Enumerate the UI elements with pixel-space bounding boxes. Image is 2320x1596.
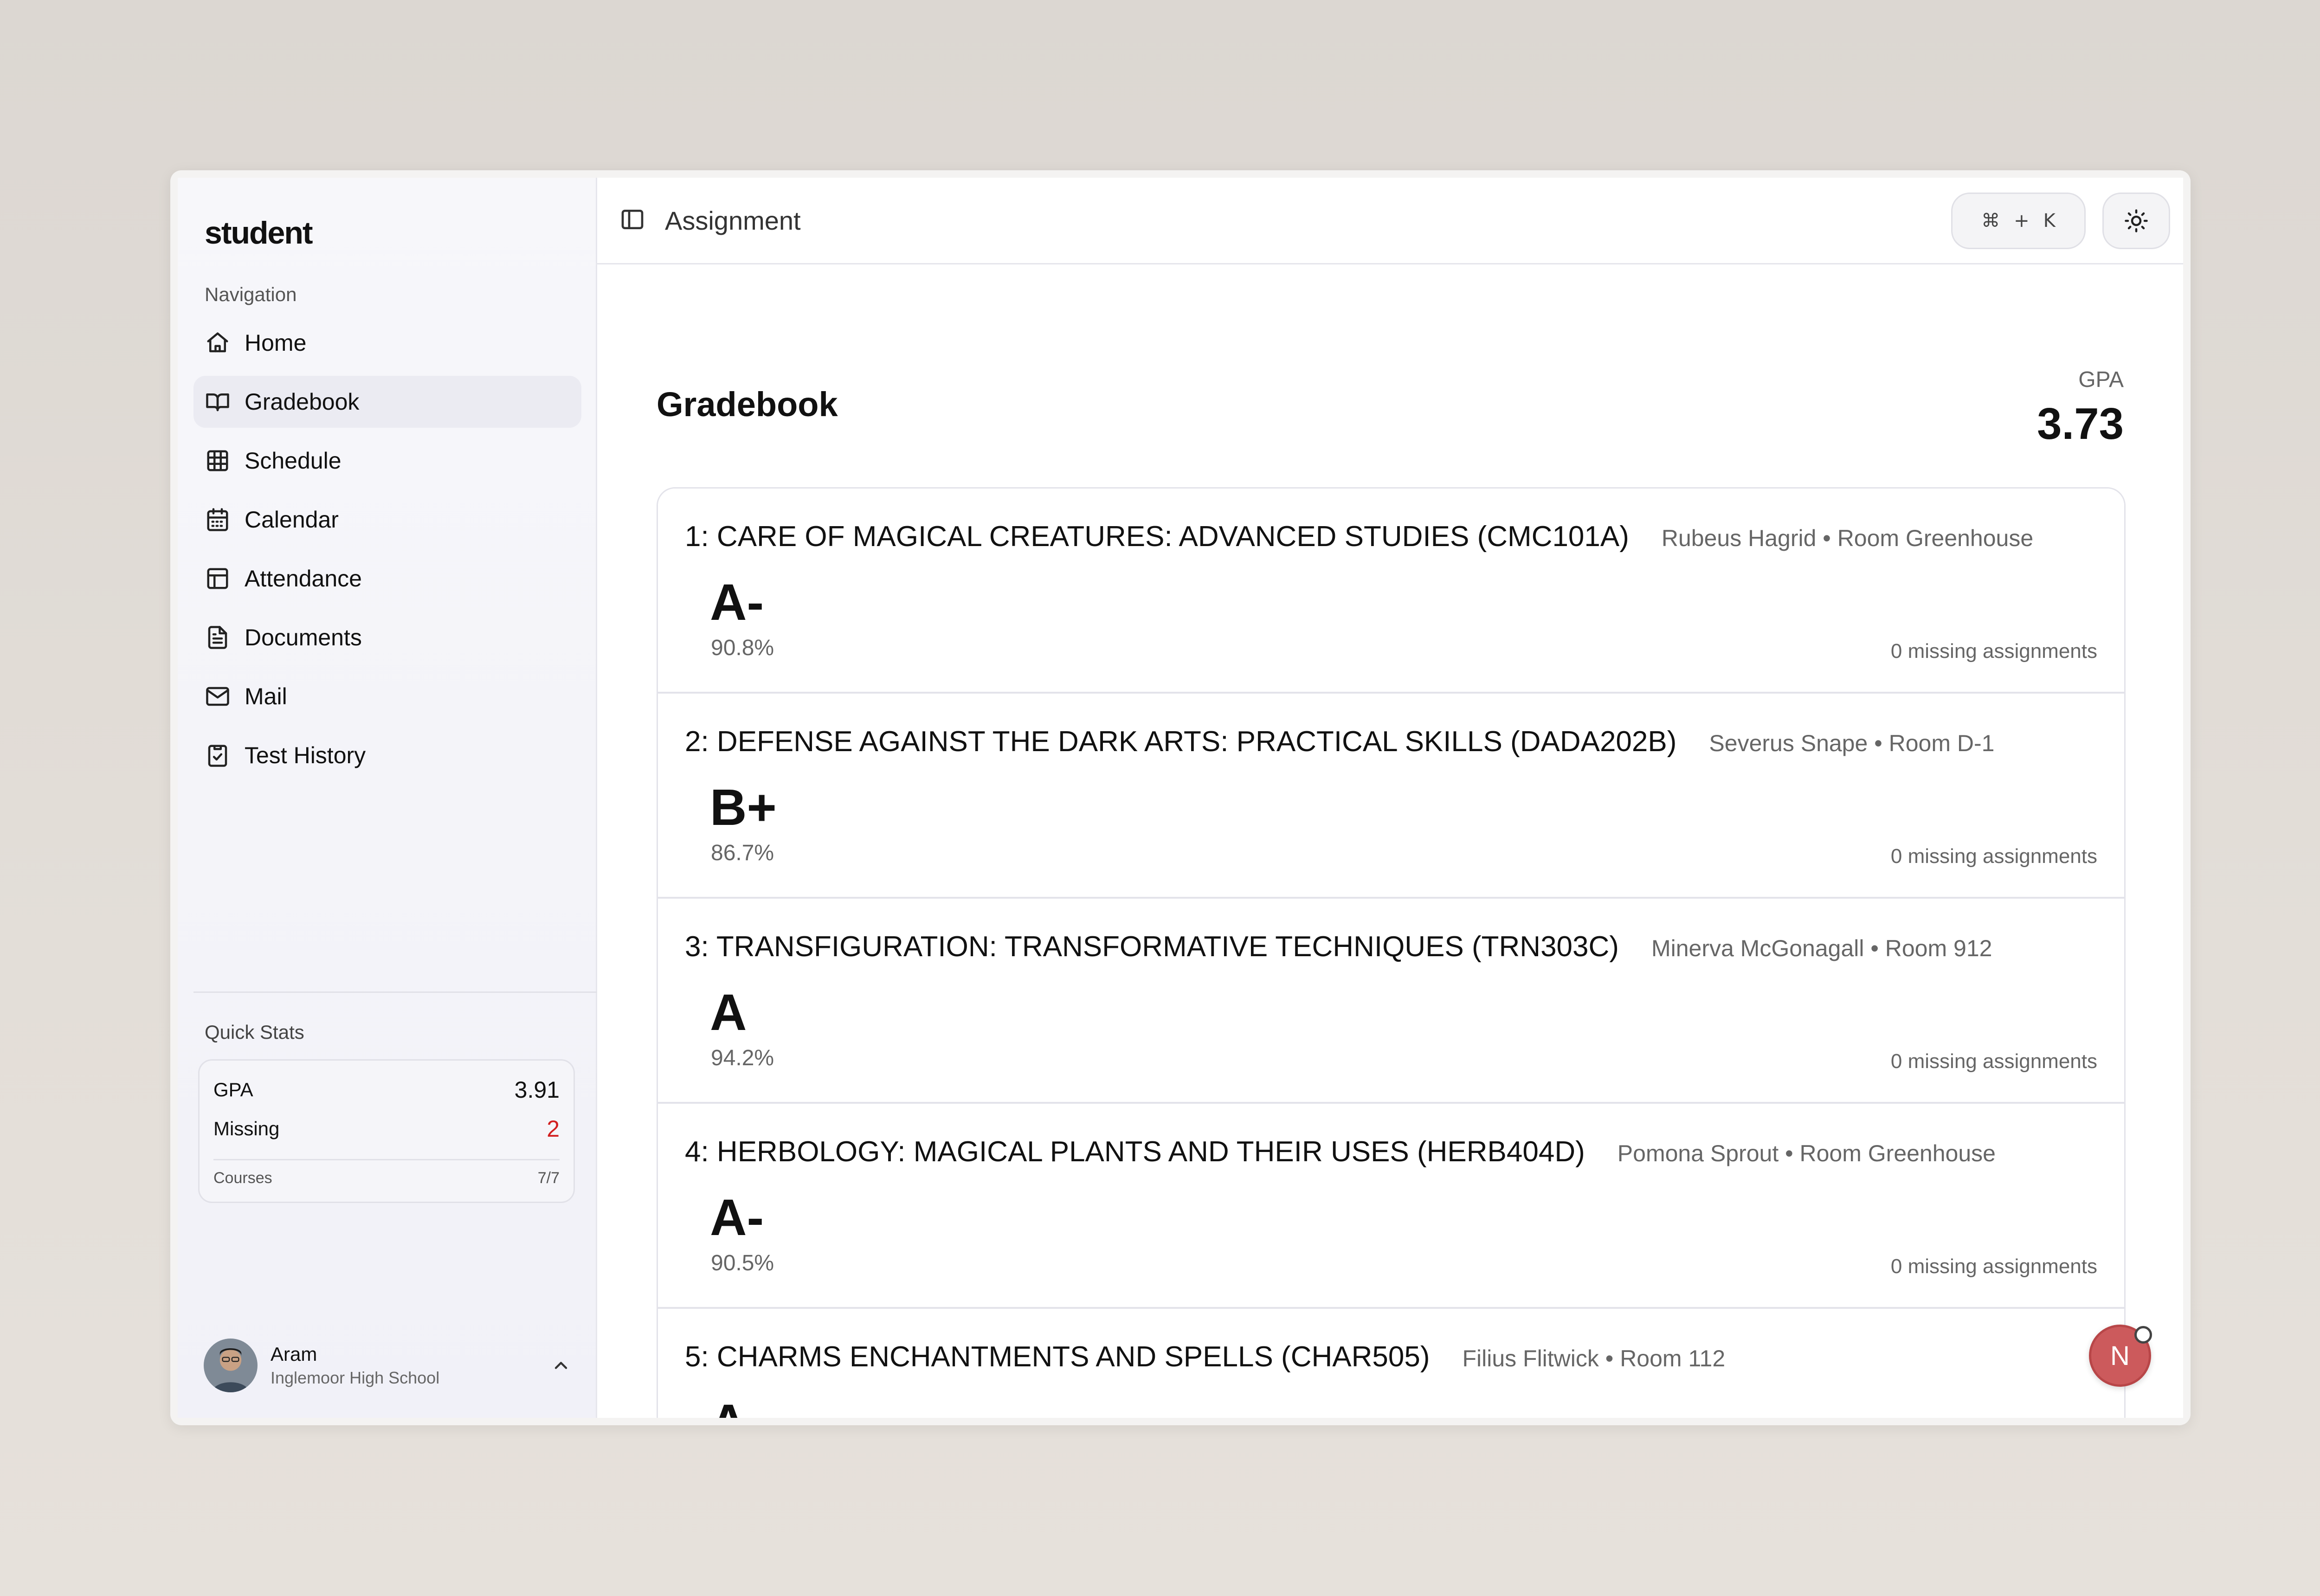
sidebar-divider [193,991,597,993]
course-grade: A [710,1393,747,1418]
command-palette-button[interactable]: ⌘ + K [1951,193,2086,249]
course-card[interactable]: 1: CARE OF MAGICAL CREATURES: ADVANCED S… [658,489,2124,694]
quick-stats-missing-label: Missing [213,1118,280,1139]
app-window: student Navigation Home Gradebook Schedu… [178,178,2183,1418]
nav-section-title: Navigation [205,283,297,305]
sidebar-item-documents[interactable]: Documents [193,611,581,663]
course-grade: A- [710,574,764,631]
chevron-up-icon[interactable] [547,1351,575,1379]
table-icon [205,566,231,592]
course-percent: 86.7% [711,841,774,865]
calendar-icon [205,507,231,533]
course-missing: 0 missing assignments [1890,845,2097,868]
quick-stats-missing-value: 2 [547,1116,560,1142]
course-percent: 94.2% [711,1046,774,1070]
user-school: Inglemoor High School [271,1368,440,1387]
sidebar: student Navigation Home Gradebook Schedu… [178,178,597,1418]
user-menu[interactable]: Aram Inglemoor High School [204,1338,575,1393]
course-grade: A [710,984,747,1041]
sidebar-item-home[interactable]: Home [193,317,581,369]
home-icon [205,330,231,356]
theme-toggle-button[interactable] [2102,193,2170,249]
sidebar-item-label: Attendance [245,566,362,592]
course-teacher-room: Filius Flitwick • Room 112 [1462,1345,1726,1371]
course-card[interactable]: 2: DEFENSE AGAINST THE DARK ARTS: PRACTI… [658,694,2124,899]
sidebar-item-label: Schedule [245,448,342,474]
gpa-label: GPA [2078,367,2124,392]
course-name-row: 2: DEFENSE AGAINST THE DARK ARTS: PRACTI… [685,725,1994,758]
course-grade: B+ [710,779,777,836]
main-content: Assignment ⌘ + K Gradebook GPA 3.73 1: C… [597,178,2183,1418]
user-info: Aram Inglemoor High School [271,1343,547,1388]
quick-stats-separator [213,1159,560,1160]
mail-icon [205,683,231,709]
document-icon [205,624,231,650]
sidebar-item-label: Gradebook [245,389,360,415]
user-name: Aram [271,1343,317,1365]
page-title: Assignment [665,206,801,235]
course-list: 1: CARE OF MAGICAL CREATURES: ADVANCED S… [657,487,2126,1418]
course-percent: 90.8% [711,636,774,660]
course-teacher-room: Severus Snape • Room D-1 [1709,730,1995,756]
course-card[interactable]: 4: HERBOLOGY: MAGICAL PLANTS AND THEIR U… [658,1104,2124,1309]
sidebar-item-attendance[interactable]: Attendance [193,553,581,605]
avatar [204,1339,258,1392]
sidebar-item-label: Mail [245,683,287,709]
gradebook-title: Gradebook [657,385,838,424]
sidebar-item-test-history[interactable]: Test History [193,729,581,781]
clipboard-check-icon [205,742,231,768]
sidebar-item-label: Documents [245,624,362,650]
book-icon [205,389,231,415]
course-teacher-room: Minerva McGonagall • Room 912 [1651,935,1992,961]
gpa-value: 3.73 [2037,399,2124,449]
quick-stats-gpa-value: 3.91 [514,1077,560,1103]
quick-stats-courses-value: 7/7 [537,1169,560,1187]
sidebar-item-mail[interactable]: Mail [193,670,581,722]
course-missing: 0 missing assignments [1890,1050,2097,1073]
sidebar-item-label: Home [245,330,307,356]
course-missing: 0 missing assignments [1890,640,2097,663]
course-name-row: 3: TRANSFIGURATION: TRANSFORMATIVE TECHN… [685,930,1992,963]
course-name: 1: CARE OF MAGICAL CREATURES: ADVANCED S… [685,521,1629,553]
course-teacher-room: Pomona Sprout • Room Greenhouse [1617,1140,1996,1166]
grid-icon [205,448,231,474]
shortcut-key-cmd: ⌘ [1981,210,2000,232]
course-name: 5: CHARMS ENCHANTMENTS AND SPELLS (CHAR5… [685,1341,1430,1373]
course-name: 2: DEFENSE AGAINST THE DARK ARTS: PRACTI… [685,726,1677,758]
sidebar-toggle-icon[interactable] [619,206,645,235]
course-teacher-room: Rubeus Hagrid • Room Greenhouse [1661,525,2034,551]
shortcut-key-k: K [2043,210,2056,232]
sun-icon [2125,209,2148,232]
course-grade: A- [710,1189,764,1246]
quick-stats-gpa-row: GPA 3.91 [213,1076,560,1103]
shortcut-key-plus: + [2014,210,2030,232]
course-missing: 0 missing assignments [1890,1255,2097,1278]
quick-stats-courses-label: Courses [213,1169,272,1187]
brand-logo[interactable]: student [205,215,313,251]
course-card[interactable]: 5: CHARMS ENCHANTMENTS AND SPELLS (CHAR5… [658,1309,2124,1418]
notification-dot [2134,1326,2152,1344]
sidebar-nav: Home Gradebook Schedule Calendar Attenda… [193,317,581,788]
sidebar-item-gradebook[interactable]: Gradebook [193,376,581,428]
course-name-row: 4: HERBOLOGY: MAGICAL PLANTS AND THEIR U… [685,1135,1996,1168]
sidebar-item-schedule[interactable]: Schedule [193,435,581,487]
quick-stats-gpa-label: GPA [213,1079,253,1100]
top-bar: Assignment ⌘ + K [597,178,2183,264]
course-percent: 90.5% [711,1251,774,1275]
sidebar-item-label: Test History [245,742,366,768]
sidebar-item-calendar[interactable]: Calendar [193,494,581,546]
course-name-row: 5: CHARMS ENCHANTMENTS AND SPELLS (CHAR5… [685,1340,1725,1373]
course-name-row: 1: CARE OF MAGICAL CREATURES: ADVANCED S… [685,520,2033,553]
course-card[interactable]: 3: TRANSFIGURATION: TRANSFORMATIVE TECHN… [658,899,2124,1104]
quick-stats-card: GPA 3.91 Missing 2 Courses 7/7 [198,1059,575,1203]
sidebar-item-label: Calendar [245,507,339,533]
quick-stats-courses-row: Courses 7/7 [213,1169,560,1187]
quick-stats-missing-row: Missing 2 [213,1115,560,1142]
quick-stats-title: Quick Stats [205,1021,304,1043]
course-name: 3: TRANSFIGURATION: TRANSFORMATIVE TECHN… [685,931,1619,963]
course-name: 4: HERBOLOGY: MAGICAL PLANTS AND THEIR U… [685,1136,1585,1168]
